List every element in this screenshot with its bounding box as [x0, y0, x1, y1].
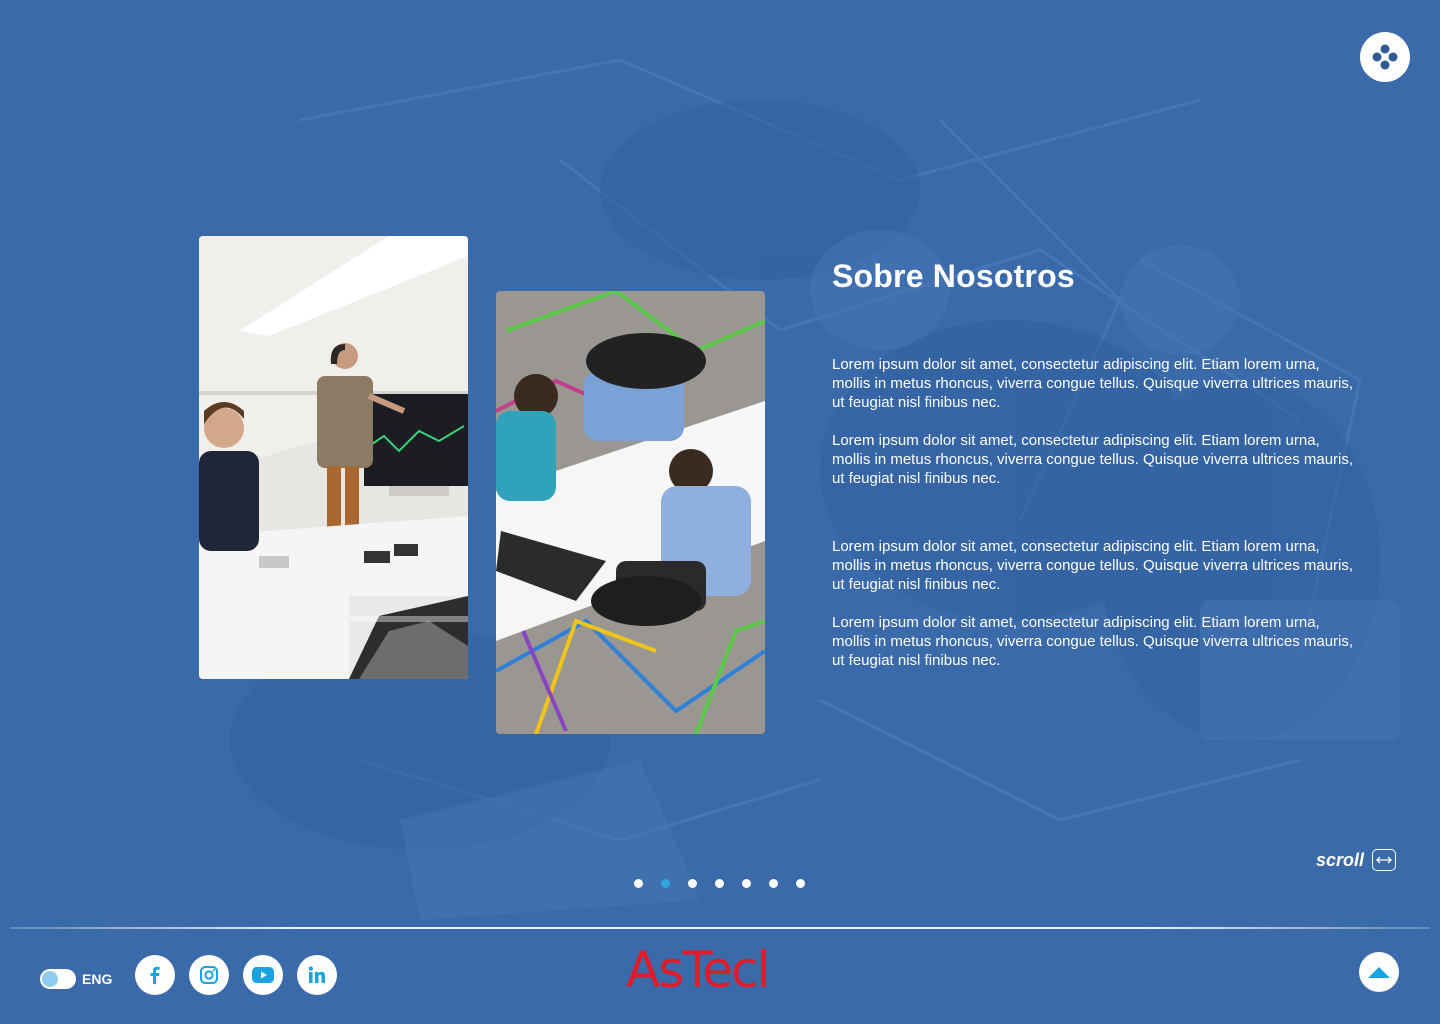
scroll-label: scroll: [1316, 849, 1365, 870]
youtube-button[interactable]: [243, 955, 283, 995]
about-paragraph-2: Lorem ipsum dolor sit amet, consectetur …: [832, 432, 1354, 487]
footer-divider: [10, 927, 1430, 929]
pagination-dot-7[interactable]: [796, 879, 805, 888]
pagination-dot-5[interactable]: [742, 879, 751, 888]
instagram-icon: [200, 966, 218, 984]
language-toggle[interactable]: ENG: [40, 969, 112, 989]
section-title: Sobre Nosotros: [832, 258, 1075, 294]
pagination-dot-3[interactable]: [688, 879, 697, 888]
facebook-button[interactable]: [135, 955, 175, 995]
horizontal-scroll-icon: [1372, 849, 1397, 871]
linkedin-button[interactable]: [297, 955, 337, 995]
toggle-switch: [40, 969, 76, 989]
linkedin-icon: [308, 966, 325, 983]
back-to-top-button[interactable]: [1359, 952, 1399, 992]
youtube-icon: [252, 967, 274, 983]
about-paragraph-3: Lorem ipsum dolor sit amet, consectetur …: [832, 538, 1354, 593]
pagination-dot-6[interactable]: [769, 879, 778, 888]
chevron-up-icon: [1368, 967, 1390, 978]
grid-dots-icon: [1372, 44, 1398, 70]
scroll-hint[interactable]: scroll: [1316, 849, 1397, 871]
language-label: ENG: [82, 971, 113, 987]
brand-logo[interactable]: AsTecl: [626, 940, 816, 1000]
about-paragraph-4: Lorem ipsum dolor sit amet, consectetur …: [832, 614, 1354, 669]
logo-text: AsTecl: [626, 941, 770, 999]
instagram-button[interactable]: [189, 955, 229, 995]
about-paragraph-1: Lorem ipsum dolor sit amet, consectetur …: [832, 356, 1354, 411]
pagination-dot-2-active[interactable]: [661, 879, 670, 888]
pagination-dot-1[interactable]: [634, 879, 643, 888]
pagination-dots: [634, 879, 805, 888]
office-presentation-photo: [199, 236, 468, 679]
facebook-icon: [150, 966, 160, 984]
team-meeting-photo: [496, 291, 765, 734]
pagination-dot-4[interactable]: [715, 879, 724, 888]
menu-button[interactable]: [1360, 32, 1410, 82]
